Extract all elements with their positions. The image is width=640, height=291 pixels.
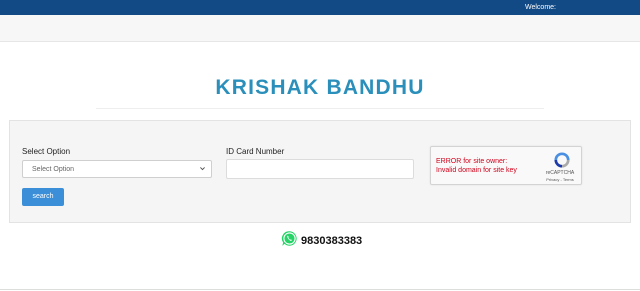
recaptcha-terms-link[interactable]: Terms bbox=[563, 177, 574, 182]
recaptcha-brand: reCAPTCHA bbox=[545, 170, 575, 176]
recaptcha-links: Privacy - Terms bbox=[537, 177, 583, 182]
recaptcha-error-line-2: Invalid domain for site key bbox=[436, 167, 517, 174]
whatsapp-icon bbox=[281, 231, 297, 246]
recaptcha-widget[interactable]: ERROR for site owner: Invalid domain for… bbox=[430, 146, 582, 185]
select-option-label: Select Option bbox=[22, 147, 71, 156]
page-title: KRISHAK BANDHU bbox=[215, 76, 425, 99]
top-header-bar: Welcome: bbox=[0, 0, 640, 15]
id-card-number-label: ID Card Number bbox=[226, 147, 285, 156]
search-button[interactable]: search bbox=[22, 188, 64, 206]
recaptcha-logo-icon bbox=[554, 152, 570, 168]
chevron-down-icon bbox=[200, 167, 205, 171]
navigation-bar bbox=[0, 15, 640, 42]
welcome-text: Welcome: bbox=[525, 4, 556, 11]
select-option-dropdown[interactable]: Select Option bbox=[22, 160, 212, 178]
recaptcha-privacy-link[interactable]: Privacy bbox=[546, 177, 559, 182]
footer-divider bbox=[0, 289, 640, 290]
recaptcha-error-message: ERROR for site owner: Invalid domain for… bbox=[436, 157, 540, 175]
contact-phone-number: 9830383383 bbox=[301, 235, 363, 247]
id-card-number-input[interactable] bbox=[226, 159, 414, 179]
select-option-value: Select Option bbox=[32, 166, 75, 173]
search-form-panel: Select Option Select Option ID Card Numb… bbox=[9, 120, 631, 223]
title-divider bbox=[96, 108, 544, 109]
recaptcha-error-line-1: ERROR for site owner: bbox=[436, 158, 508, 165]
